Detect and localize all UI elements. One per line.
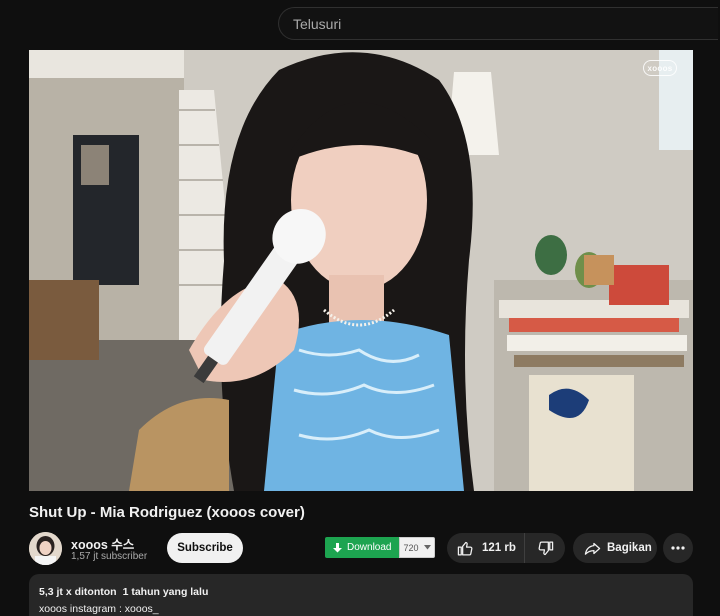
thumbs-down-icon — [538, 540, 553, 555]
channel-avatar[interactable] — [29, 532, 62, 565]
description-meta: 5,3 jt x ditonton 1 tahun yang lalu — [39, 586, 683, 598]
video-frame — [29, 50, 693, 491]
dislike-button[interactable] — [525, 533, 565, 563]
channel-watermark: xooos — [643, 60, 677, 76]
share-label: Bagikan — [607, 542, 652, 554]
quality-select[interactable]: 720 — [399, 537, 436, 558]
download-label: Download — [347, 542, 392, 553]
channel-row: xooos 수스 1,57 jt subscriber Subscribe Do… — [29, 531, 693, 567]
top-bar — [0, 0, 720, 48]
quality-value: 720 — [403, 542, 419, 553]
download-widget: Download 720 — [325, 537, 436, 558]
description-box[interactable]: 5,3 jt x ditonton 1 tahun yang lalu xooos… — [29, 574, 693, 616]
upload-date: 1 tahun yang lalu — [122, 586, 209, 598]
search-input[interactable] — [293, 15, 718, 32]
download-button[interactable]: Download — [325, 537, 400, 558]
chevron-down-icon — [424, 545, 432, 550]
more-actions-button[interactable] — [663, 533, 693, 563]
search-box[interactable] — [278, 7, 718, 40]
like-count: 121 rb — [482, 542, 516, 554]
more-horizontal-icon — [671, 546, 685, 550]
share-icon — [584, 542, 601, 555]
video-player[interactable]: xooos — [29, 50, 693, 491]
subscribe-button[interactable]: Subscribe — [167, 533, 243, 563]
thumbs-up-icon — [457, 541, 473, 556]
like-button[interactable]: 121 rb — [447, 533, 525, 563]
video-title: Shut Up - Mia Rodriguez (xooos cover) — [29, 504, 305, 521]
description-text: xooos instagram : xooos_ — [39, 603, 159, 615]
download-arrow-icon — [333, 542, 342, 552]
view-count: 5,3 jt x ditonton — [39, 586, 117, 598]
like-dislike-group: 121 rb — [447, 533, 565, 563]
subscriber-count: 1,57 jt subscriber — [71, 551, 148, 562]
share-button[interactable]: Bagikan — [573, 533, 657, 563]
